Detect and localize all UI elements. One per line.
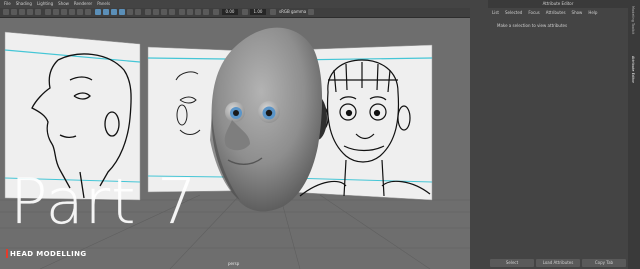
xray-icon[interactable] — [187, 9, 193, 15]
exposure-icon[interactable] — [213, 9, 219, 15]
grid-icon[interactable] — [35, 9, 41, 15]
textured-icon[interactable] — [119, 9, 125, 15]
bookmarks-icon[interactable] — [19, 9, 25, 15]
safe-action-icon[interactable] — [77, 9, 83, 15]
menu-show-ae[interactable]: Show — [572, 9, 583, 17]
side-tabs: Modeling Toolkit Attribute Editor — [628, 0, 640, 269]
color-space-label[interactable]: sRGB gamma — [279, 9, 306, 15]
wireframe-icon[interactable] — [95, 9, 101, 15]
lights-icon[interactable] — [127, 9, 133, 15]
attribute-editor-menu: List Selected Focus Attributes Show Help — [488, 9, 628, 17]
menu-file[interactable]: File — [4, 0, 11, 8]
viewport-panel[interactable]: File Shading Lighting Show Renderer Pane… — [0, 0, 470, 269]
panel-divider[interactable] — [470, 0, 488, 269]
copy-tab-button[interactable]: Copy Tab — [582, 259, 626, 267]
tab-modeling-toolkit[interactable]: Modeling Toolkit — [631, 6, 635, 34]
accent-bar — [6, 249, 8, 258]
image-plane-icon[interactable] — [27, 9, 33, 15]
camera-name-label: persp — [228, 261, 240, 266]
select-button[interactable]: Select — [490, 259, 534, 267]
backface-icon[interactable] — [203, 9, 209, 15]
subtitle-text: HEAD MODELLING — [10, 249, 87, 258]
wireframe-on-shaded-icon[interactable] — [111, 9, 117, 15]
depth-of-field-icon[interactable] — [169, 9, 175, 15]
part-title-overlay: Part 7 — [10, 165, 198, 238]
load-attributes-button[interactable]: Load Attributes — [536, 259, 580, 267]
anti-aliasing-icon[interactable] — [161, 9, 167, 15]
menu-renderer[interactable]: Renderer — [74, 0, 92, 8]
tab-attribute-editor[interactable]: Attribute Editor — [631, 56, 635, 83]
menu-focus[interactable]: Focus — [528, 9, 539, 17]
lock-camera-icon[interactable] — [11, 9, 17, 15]
safe-title-icon[interactable] — [85, 9, 91, 15]
subtitle-overlay: HEAD MODELLING — [6, 249, 87, 258]
attribute-editor-buttons: Select Load Attributes Copy Tab — [488, 259, 628, 267]
menu-list[interactable]: List — [492, 9, 499, 17]
xray-joints-icon[interactable] — [195, 9, 201, 15]
view-transform-icon[interactable] — [308, 9, 314, 15]
resolution-gate-icon[interactable] — [53, 9, 59, 15]
maya-window: File Shading Lighting Show Renderer Pane… — [0, 0, 640, 269]
attribute-editor-message: Make a selection to view attributes — [497, 23, 568, 28]
isolate-select-icon[interactable] — [179, 9, 185, 15]
field-chart-icon[interactable] — [69, 9, 75, 15]
menu-show[interactable]: Show — [58, 0, 69, 8]
viewport-menubar: File Shading Lighting Show Renderer Pane… — [0, 0, 470, 8]
gamma-field[interactable]: 1.00 — [250, 9, 266, 15]
menu-selected[interactable]: Selected — [505, 9, 522, 17]
gamma-icon[interactable] — [242, 9, 248, 15]
attribute-editor-title: Attribute Editor — [488, 0, 628, 8]
film-gate-icon[interactable] — [45, 9, 51, 15]
color-management-icon[interactable] — [270, 9, 276, 15]
exposure-field[interactable]: 0.00 — [222, 9, 238, 15]
attribute-editor-panel: Attribute Editor List Selected Focus Att… — [488, 0, 628, 269]
menu-attributes[interactable]: Attributes — [546, 9, 566, 17]
ambient-occlusion-icon[interactable] — [145, 9, 151, 15]
menu-lighting[interactable]: Lighting — [37, 0, 53, 8]
menu-shading[interactable]: Shading — [16, 0, 32, 8]
menu-help[interactable]: Help — [588, 9, 597, 17]
smooth-shade-icon[interactable] — [103, 9, 109, 15]
select-camera-icon[interactable] — [3, 9, 9, 15]
shadows-icon[interactable] — [135, 9, 141, 15]
motion-blur-icon[interactable] — [153, 9, 159, 15]
menu-panels[interactable]: Panels — [97, 0, 110, 8]
gate-mask-icon[interactable] — [61, 9, 67, 15]
